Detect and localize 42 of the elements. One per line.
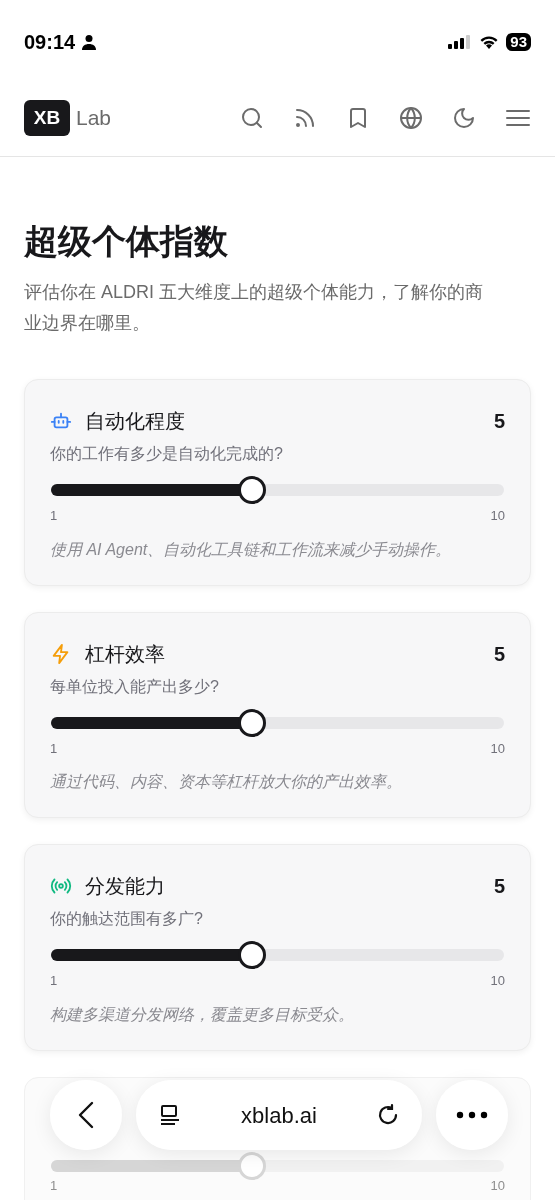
url-text: xblab.ai — [241, 1101, 317, 1130]
slider-min-label: 1 — [50, 972, 58, 990]
slider-max-label: 10 — [490, 507, 505, 525]
dimension-title: 杠杆效率 — [85, 641, 165, 667]
slider-min-label: 1 — [50, 739, 58, 758]
dimension-score: 5 — [493, 409, 505, 434]
moon-icon[interactable] — [452, 106, 476, 130]
logo-text[interactable]: Lab — [76, 102, 112, 134]
slider-thumb[interactable] — [238, 476, 267, 504]
address-bar[interactable]: xblab.ai — [136, 1080, 422, 1150]
person-icon — [81, 34, 98, 50]
slider-max-label: 10 — [490, 739, 505, 758]
page-subtitle: 评估你在 ALDRI 五大维度上的超级个体能力，了解你的商业边界在哪里。 — [24, 281, 485, 335]
logo-mark[interactable]: XB — [24, 100, 70, 136]
reader-icon[interactable] — [158, 1103, 182, 1127]
dimension-title: 分发能力 — [85, 874, 165, 899]
dimension-score: 5 — [493, 874, 505, 899]
page-title: 超级个体指数 — [24, 221, 229, 262]
dimension-question: 你的触达范围有多广? — [50, 909, 204, 929]
wifi-icon — [479, 35, 500, 49]
globe-icon[interactable] — [399, 106, 423, 130]
signal-icon — [448, 35, 473, 49]
back-icon — [76, 1100, 96, 1130]
rss-icon[interactable] — [293, 106, 317, 130]
dimension-hint: 使用 AI Agent、自动化工具链和工作流来减少手动操作。 — [50, 539, 453, 560]
slider-thumb[interactable] — [238, 708, 267, 737]
more-icon — [456, 1111, 488, 1119]
dimension-question: 你的工作有多少是自动化完成的? — [50, 444, 284, 464]
dimension-hint: 通过代码、内容、资本等杠杆放大你的产出效率。 — [50, 772, 403, 792]
reload-icon[interactable] — [376, 1103, 400, 1127]
search-icon[interactable] — [240, 106, 264, 130]
slider-min-label: 1 — [50, 1177, 58, 1194]
dimension-question: 每单位投入能产出多少? — [50, 676, 220, 697]
status-time: 09:14 — [24, 30, 76, 55]
dimension-title: 自动化程度 — [85, 409, 185, 434]
slider-thumb[interactable] — [238, 941, 267, 969]
dimension-score: 5 — [493, 641, 505, 667]
slider-min-label: 1 — [50, 507, 58, 525]
dimension-hint: 构建多渠道分发网络，覆盖更多目标受众。 — [50, 1004, 355, 1025]
slider-max-label: 10 — [490, 972, 505, 990]
slider-max-label: 10 — [490, 1177, 505, 1194]
battery-indicator: 93 — [506, 33, 531, 51]
